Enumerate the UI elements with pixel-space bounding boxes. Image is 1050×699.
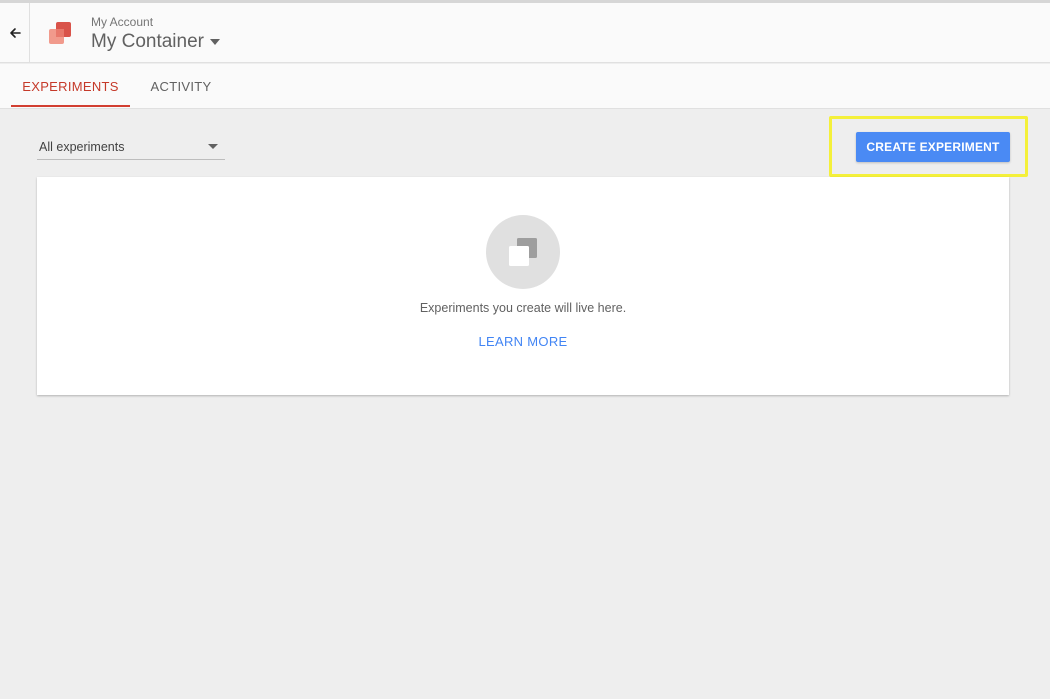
app-frame: My Account My Container EXPERIMENTS ACTI… xyxy=(0,0,1050,699)
caret-down-icon xyxy=(208,144,218,149)
arrow-back-icon xyxy=(9,28,21,38)
container-name: My Container xyxy=(91,31,204,52)
app-header: My Account My Container xyxy=(0,3,1050,63)
container-selector[interactable]: My Container xyxy=(91,31,220,53)
back-button[interactable] xyxy=(0,3,30,63)
account-name: My Account xyxy=(91,15,154,29)
experiments-empty-card: Experiments you create will live here. L… xyxy=(37,177,1009,395)
learn-more-row: LEARN MORE xyxy=(37,334,1009,349)
optimize-logo-icon xyxy=(49,22,71,44)
experiment-filter-select[interactable]: All experiments xyxy=(37,134,225,160)
caret-down-icon xyxy=(210,39,220,45)
active-tab-indicator xyxy=(11,105,130,107)
tab-bar: EXPERIMENTS ACTIVITY xyxy=(0,64,1050,109)
empty-state-message: Experiments you create will live here. xyxy=(419,301,627,315)
tab-experiments[interactable]: EXPERIMENTS xyxy=(11,64,130,108)
tab-activity[interactable]: ACTIVITY xyxy=(138,64,224,108)
learn-more-link[interactable]: LEARN MORE xyxy=(479,334,568,349)
experiment-squares-icon xyxy=(509,238,537,266)
create-experiment-button[interactable]: CREATE EXPERIMENT xyxy=(856,132,1010,162)
filter-selected-value: All experiments xyxy=(39,140,125,154)
empty-state-illustration xyxy=(486,215,560,289)
